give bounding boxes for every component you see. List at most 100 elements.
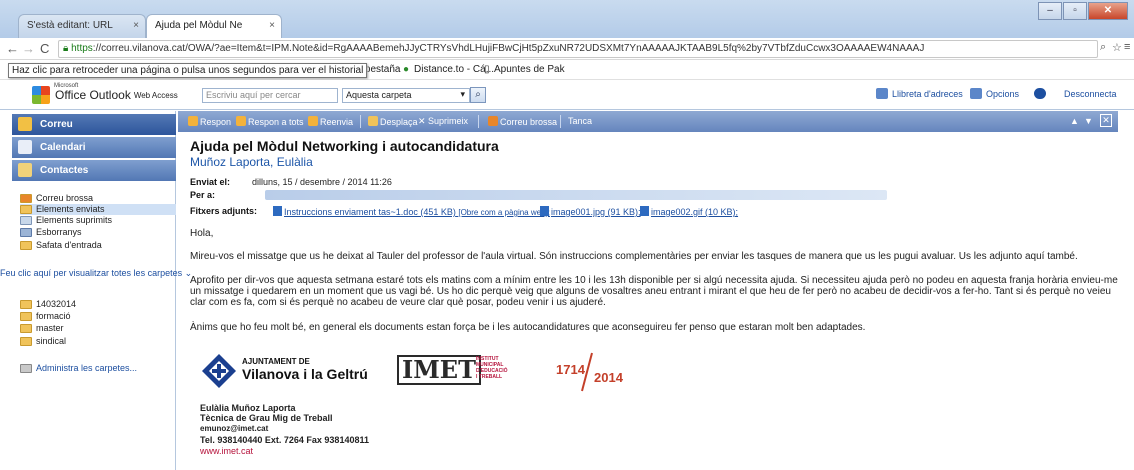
folder-sent[interactable]: Elements enviats [20, 204, 176, 215]
folder-inbox[interactable]: Safata d'entrada [20, 240, 102, 251]
attachment-name: Instruccions enviament tas~1.doc (451 KB… [284, 207, 456, 217]
folder-label: Esborranys [36, 227, 82, 237]
signature-email[interactable]: emunoz@imet.cat [200, 424, 268, 433]
folder-custom[interactable]: sindical [20, 336, 66, 347]
window-close-icon[interactable]: ✕ [1088, 2, 1128, 20]
logo-ms: Microsoft [54, 83, 79, 89]
back-tooltip: Haz clic para retroceder una página o pu… [8, 63, 368, 78]
folder-label: Correu brossa [36, 193, 94, 203]
manage-folders-link[interactable]: Administra les carpetes... [20, 363, 137, 374]
attachment-link[interactable]: image002.gif (10 KB); [640, 206, 738, 217]
window-controls: – ▫ ✕ [1037, 2, 1128, 20]
logo-title: Office Outlook [55, 88, 131, 102]
addressbook-icon [876, 88, 888, 99]
folder-icon [20, 312, 32, 321]
folder-junk[interactable]: Correu brossa [20, 193, 93, 204]
open-as-web-link[interactable]: [Obre com a pàgina web]; [458, 208, 550, 217]
sent-label-text: Enviat el: [190, 177, 231, 187]
folder-drafts[interactable]: Esborranys [20, 227, 82, 238]
search-icon[interactable]: ⌕ [470, 87, 486, 103]
toolbar-divider [360, 115, 361, 128]
minimize-icon[interactable]: – [1038, 2, 1062, 20]
close-icon[interactable]: × [133, 20, 139, 31]
forward-icon[interactable]: → [22, 41, 35, 56]
folder-custom[interactable]: master [20, 323, 64, 334]
bookmark-item[interactable]: Distance.to - Cá... [414, 64, 494, 75]
options-link[interactable]: Opcions [986, 89, 1019, 99]
next-message-icon[interactable]: ▼ [1084, 116, 1093, 126]
attachment-link[interactable]: image001.jpg (91 KB); [540, 206, 641, 217]
folder-deleted[interactable]: Elements suprimits [20, 215, 112, 226]
zoom-icon[interactable]: ⌕ [1100, 41, 1106, 54]
folder-icon [20, 300, 32, 309]
nav-calendar[interactable]: Calendari [12, 137, 176, 158]
back-icon[interactable]: ← [6, 41, 19, 56]
folder-custom[interactable]: 14032014 [20, 299, 76, 310]
mail-icon [18, 117, 32, 131]
contacts-icon [18, 163, 32, 177]
junk-icon [488, 116, 498, 126]
help-icon[interactable] [1034, 88, 1046, 99]
move-label: Desplaça [380, 117, 418, 127]
star-icon[interactable]: ☆ [1112, 41, 1122, 54]
delete-button[interactable]: ✕ Suprimeix [418, 116, 468, 127]
paragraph: clar com es fa, com si és perquè no acab… [190, 297, 606, 308]
manage-label: Administra les carpetes... [36, 363, 138, 373]
show-all-label: Feu clic aquí per visualitzar totes les … [0, 268, 183, 278]
forward-icon [308, 116, 318, 126]
recipients-field[interactable] [265, 190, 887, 200]
attachment-link[interactable]: Instruccions enviament tas~1.doc (451 KB… [273, 206, 550, 217]
browser-titlebar: S'està editant: URL × Ajuda pel Mòdul Ne ×… [0, 0, 1134, 38]
sent-value: dilluns, 15 / desembre / 2014 11:26 [252, 177, 392, 187]
forward-button[interactable]: Reenvia [308, 116, 353, 127]
junk-button[interactable]: Correu brossa [488, 116, 557, 127]
signature-phone: Tel. 938140440 Ext. 7264 Fax 938140811 [200, 435, 369, 445]
imet-sub-line: I TREBALL [476, 374, 503, 380]
reload-icon[interactable]: C [40, 41, 49, 56]
office-logo-icon [32, 86, 50, 104]
imet-logo: IMET [397, 355, 481, 385]
reply-all-icon [236, 116, 246, 126]
folder-custom[interactable]: formació [20, 311, 71, 322]
bookmark-item[interactable]: Apuntes de Pak [494, 64, 565, 75]
maximize-icon[interactable]: ▫ [1063, 2, 1087, 20]
vilanova-label: Vilanova i la Geltrú [242, 366, 368, 382]
address-bar: ← → C 🔒︎ https://correu.vilanova.cat/OWA… [0, 38, 1134, 60]
close-icon[interactable]: × [269, 20, 275, 31]
toolbar-divider [478, 115, 479, 128]
nav-mail[interactable]: Correu [12, 114, 176, 135]
search-input[interactable]: Escriviu aquí per cercar [202, 88, 338, 103]
close-icon[interactable]: ✕ [1100, 114, 1112, 127]
show-all-folders-link[interactable]: Feu clic aquí per visualitzar totes les … [0, 268, 192, 279]
folder-icon [20, 205, 32, 214]
prev-message-icon[interactable]: ▲ [1070, 116, 1079, 126]
lock-icon: 🔒︎ [63, 43, 72, 54]
folder-label: Elements enviats [36, 204, 105, 214]
close-message-button[interactable]: Tanca [568, 116, 592, 126]
folder-icon [20, 194, 32, 203]
reply-button[interactable]: Respon [188, 116, 231, 127]
options-icon [970, 88, 982, 99]
reply-all-button[interactable]: Respon a tots [236, 116, 304, 127]
move-button[interactable]: Desplaça [368, 116, 418, 127]
toolbar-divider [560, 115, 561, 128]
owa-header: Microsoft Office Outlook Web Access [0, 80, 1134, 110]
tab-active[interactable]: Ajuda pel Mòdul Ne × [146, 14, 282, 38]
outlook-logo: Microsoft Office Outlook Web Access [32, 83, 178, 104]
url-scheme: https [71, 43, 93, 54]
image-icon [640, 206, 649, 216]
year-2014: 2014 [594, 370, 623, 385]
addressbook-link[interactable]: Llibreta d'adreces [892, 89, 963, 99]
folder-label: sindical [36, 336, 67, 346]
nav-mail-label: Correu [40, 119, 73, 130]
menu-icon[interactable]: ≡ [1124, 41, 1130, 53]
tab-inactive[interactable]: S'està editant: URL × [18, 14, 146, 38]
to-label: Per a: [190, 190, 215, 200]
logout-link[interactable]: Desconnecta [1064, 89, 1117, 99]
nav-contacts[interactable]: Contactes [12, 160, 176, 181]
search-scope-select[interactable]: Aquesta carpeta ▾ [342, 88, 470, 103]
message-sender[interactable]: Muñoz Laporta, Eulàlia [190, 155, 313, 169]
url-field[interactable]: 🔒︎ https://correu.vilanova.cat/OWA/?ae=I… [58, 40, 1098, 58]
folder-icon [20, 324, 32, 333]
signature-web[interactable]: www.imet.cat [200, 446, 253, 456]
